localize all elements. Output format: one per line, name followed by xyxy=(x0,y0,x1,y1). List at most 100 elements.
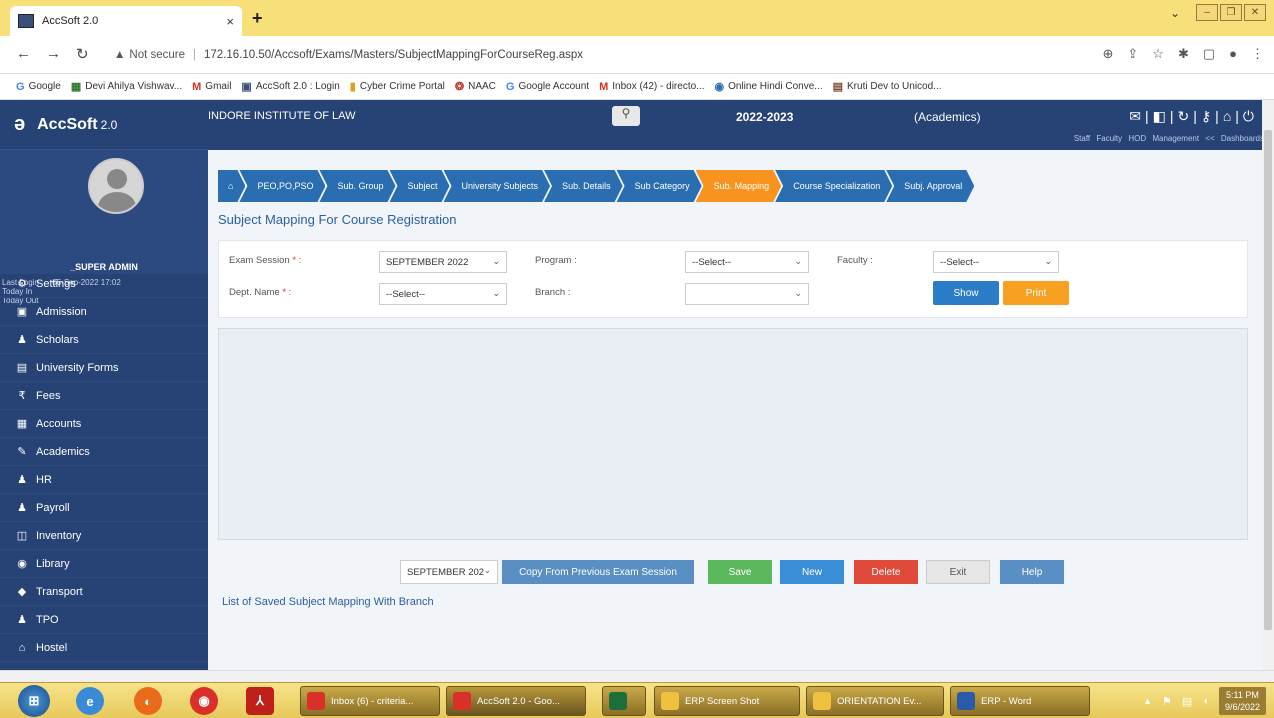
sidebar-item-scholars[interactable]: ♟ Scholars xyxy=(0,326,208,354)
bookmark-hindi-converter[interactable]: ◉ Online Hindi Conve... xyxy=(715,80,823,93)
crumb-sub-category[interactable]: Sub Category xyxy=(617,170,702,202)
minimize-icon[interactable]: – xyxy=(1196,4,1218,21)
internet-explorer-icon[interactable]: e xyxy=(76,687,104,715)
print-button[interactable]: Print xyxy=(1003,281,1069,305)
bookmark-davv[interactable]: ▦ Devi Ahilya Vishwav... xyxy=(71,80,182,93)
copy-previous-session-button[interactable]: Copy From Previous Exam Session xyxy=(502,560,694,584)
taskbar-task-excel[interactable] xyxy=(602,686,646,716)
start-icon[interactable]: ⊞ xyxy=(18,685,50,717)
search-icon[interactable]: ⚲ xyxy=(612,106,640,126)
sidebar-item-fees[interactable]: ₹ Fees xyxy=(0,382,208,410)
bookmark-star-icon[interactable]: ☆ xyxy=(1152,46,1164,62)
folder-icon xyxy=(813,692,831,710)
faculty-select[interactable]: --Select-- ⌄ xyxy=(933,251,1059,273)
institute-name: INDORE INSTITUTE OF LAW xyxy=(208,110,356,122)
taskbar-clock[interactable]: 5:11 PM 9/6/2022 xyxy=(1218,687,1266,715)
profile-avatar-icon[interactable]: ● xyxy=(1229,46,1237,62)
sidebar-item-settings[interactable]: ⚙ Settings xyxy=(0,270,208,298)
chrome-icon[interactable]: ◉ xyxy=(190,687,218,715)
firefox-icon[interactable]: ◐ xyxy=(134,687,162,715)
mail-icon[interactable]: ✉ xyxy=(1129,108,1145,124)
crumb-course-specialization[interactable]: Course Specialization xyxy=(775,170,892,202)
crumb-subject[interactable]: Subject xyxy=(390,170,450,202)
back-icon[interactable]: ← xyxy=(16,45,31,62)
home-icon[interactable]: ⌂ xyxy=(1223,108,1235,124)
forward-icon[interactable]: → xyxy=(46,45,61,62)
url-field[interactable]: ▲ Not secure | 172.16.10.50/Accsoft/Exam… xyxy=(114,43,1014,67)
delete-button[interactable]: Delete xyxy=(854,560,918,584)
crumb-sub-details[interactable]: Sub. Details xyxy=(544,170,623,202)
bookmark-inbox[interactable]: M Inbox (42) - directo... xyxy=(599,81,704,93)
show-button[interactable]: Show xyxy=(933,281,999,305)
sidebar-item-hr[interactable]: ♟ HR xyxy=(0,466,208,494)
session-year[interactable]: 2022-2023 xyxy=(736,110,793,124)
taskbar-task-orientation[interactable]: ORIENTATION Ev... xyxy=(806,686,944,716)
sidebar-item-university-forms[interactable]: ▤ University Forms xyxy=(0,354,208,382)
sidepanel-icon[interactable]: ▢ xyxy=(1203,46,1215,62)
sidebar-item-tpo[interactable]: ♟ TPO xyxy=(0,606,208,634)
show-hidden-icons-icon[interactable]: ▲ xyxy=(1143,696,1152,706)
chrome-icon xyxy=(453,692,471,710)
reload-icon[interactable]: ↻ xyxy=(76,45,89,63)
crumb-university-subjects[interactable]: University Subjects xyxy=(444,170,551,202)
sidebar-item-inventory[interactable]: ◫ Inventory xyxy=(0,522,208,550)
dashboard-links[interactable]: Staff Faculty HOD Management << Dashboar… xyxy=(1074,134,1264,143)
bookmark-cyber-crime[interactable]: ▮ Cyber Crime Portal xyxy=(350,80,445,93)
browser-menu-icon[interactable]: ⋮ xyxy=(1251,46,1264,62)
new-tab-button[interactable]: + xyxy=(252,8,263,29)
tab-close-icon[interactable]: × xyxy=(226,14,234,29)
bookmark-accsoft[interactable]: ▣ AccSoft 2.0 : Login xyxy=(241,80,339,93)
crumb-peo[interactable]: PEO,PO,PSO xyxy=(239,170,325,202)
sidebar-item-admission[interactable]: ▣ Admission xyxy=(0,298,208,326)
taskbar-task-inbox[interactable]: Inbox (6) - criteria... xyxy=(300,686,440,716)
program-select[interactable]: --Select-- ⌄ xyxy=(685,251,809,273)
key-icon[interactable]: ⚷ xyxy=(1201,108,1215,124)
flag-icon[interactable]: ⚑ xyxy=(1162,695,1172,708)
tab-search-chevron-icon[interactable]: ⌄ xyxy=(1170,6,1180,20)
taskbar-task-erp-screenshot[interactable]: ERP Screen Shot xyxy=(654,686,800,716)
bookmark-naac[interactable]: ❂ NAAC xyxy=(455,80,496,93)
crumb-sub-mapping[interactable]: Sub. Mapping xyxy=(696,170,782,202)
network-icon[interactable]: ▤ xyxy=(1182,695,1192,708)
scroll-thumb[interactable] xyxy=(1264,130,1272,630)
close-window-icon[interactable]: ✕ xyxy=(1244,4,1266,21)
refresh-icon[interactable]: ↻ xyxy=(1178,108,1194,124)
exam-session-select[interactable]: SEPTEMBER 2022 ⌄ xyxy=(379,251,507,273)
new-button[interactable]: New xyxy=(780,560,844,584)
extensions-icon[interactable]: ✱ xyxy=(1178,46,1189,62)
exit-button[interactable]: Exit xyxy=(926,560,990,584)
page-title: Subject Mapping For Course Registration xyxy=(218,212,457,227)
sidebar-item-library[interactable]: ◉ Library xyxy=(0,550,208,578)
bookmark-google-account[interactable]: G Google Account xyxy=(506,81,589,93)
acrobat-icon[interactable]: ⅄ xyxy=(246,687,274,715)
taskbar-task-word[interactable]: ERP - Word xyxy=(950,686,1090,716)
copy-session-select[interactable]: SEPTEMBER 202 ⌄ xyxy=(400,560,498,584)
browser-tab[interactable]: AccSoft 2.0 × xyxy=(10,6,242,36)
bookmark-kruti-dev[interactable]: ▤ Kruti Dev to Unicod... xyxy=(833,80,942,93)
toggle-icon[interactable]: ◧ xyxy=(1153,108,1170,124)
sidebar-item-academics[interactable]: ✎ Academics xyxy=(0,438,208,466)
sidebar-item-hostel[interactable]: ⌂ Hostel xyxy=(0,634,208,662)
restore-icon[interactable]: ❐ xyxy=(1220,4,1242,21)
sidebar-item-transport[interactable]: ◆ Transport xyxy=(0,578,208,606)
crumb-subj-approval[interactable]: Subj. Approval xyxy=(886,170,974,202)
share-icon[interactable]: ⇪ xyxy=(1127,46,1138,62)
bookmark-google[interactable]: G Google xyxy=(16,81,61,93)
sidebar-item-payroll[interactable]: ♟ Payroll xyxy=(0,494,208,522)
save-button[interactable]: Save xyxy=(708,560,772,584)
horizontal-scrollbar[interactable] xyxy=(0,670,1274,682)
dept-name-select[interactable]: --Select-- ⌄ xyxy=(379,283,507,305)
power-icon[interactable]: ⏻ xyxy=(1243,108,1258,124)
crumb-home[interactable]: ⌂ xyxy=(218,170,245,202)
help-button[interactable]: Help xyxy=(1000,560,1064,584)
sidebar-item-accounts[interactable]: ▦ Accounts xyxy=(0,410,208,438)
bookmark-gmail[interactable]: M Gmail xyxy=(192,81,231,93)
taskbar-task-accsoft[interactable]: AccSoft 2.0 - Goo... xyxy=(446,686,586,716)
crumb-sub-group[interactable]: Sub. Group xyxy=(319,170,395,202)
volume-icon[interactable]: ◖ xyxy=(1202,695,1209,707)
branch-select[interactable]: ⌄ xyxy=(685,283,809,305)
exam-session-label: Exam Session * : xyxy=(229,255,302,266)
vertical-scrollbar[interactable] xyxy=(1262,100,1274,670)
zoom-icon[interactable]: ⊕ xyxy=(1102,46,1113,62)
app-logo[interactable]: ə AccSoft 2.0 xyxy=(0,100,208,150)
